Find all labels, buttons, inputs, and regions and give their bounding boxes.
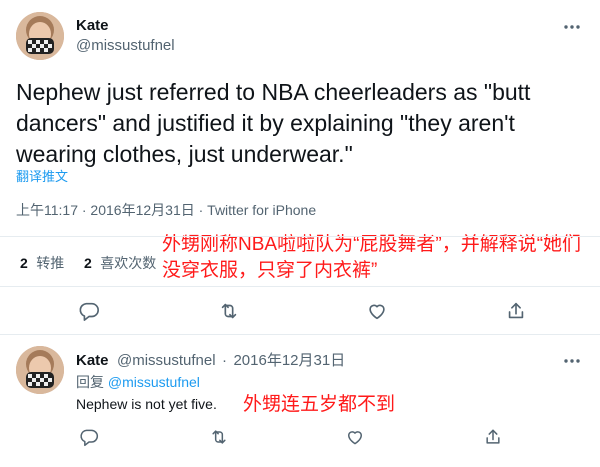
retweets-count: 2	[20, 255, 28, 271]
likes-label: 喜欢次数	[100, 255, 157, 271]
tweet-text: Nephew just referred to NBA cheerleaders…	[16, 79, 531, 167]
more-icon[interactable]	[560, 351, 584, 371]
avatar[interactable]	[16, 12, 64, 60]
replying-to: 回复 @missustufnel	[76, 372, 200, 392]
reply-prefix: 回复	[76, 374, 104, 390]
share-icon[interactable]	[503, 298, 529, 324]
reply-icon[interactable]	[76, 298, 102, 324]
divider	[0, 334, 600, 335]
avatar-image	[16, 12, 64, 60]
divider	[0, 236, 600, 237]
like-icon[interactable]	[364, 298, 390, 324]
reply-header: Kate @missustufnel · 2016年12月31日	[76, 349, 345, 370]
avatar[interactable]	[16, 346, 64, 394]
reply-date[interactable]: 2016年12月31日	[233, 352, 345, 369]
divider	[0, 286, 600, 287]
reply-to-link[interactable]: @missustufnel	[108, 374, 200, 390]
translation-annotation-1: 外甥刚称NBA啦啦队为“屁股舞者”，并解释说“她们没穿衣服，只穿了内衣裤”	[162, 234, 582, 281]
retweet-icon[interactable]	[206, 424, 232, 450]
avatar-image	[16, 346, 64, 394]
author-handle[interactable]: @missustufnel	[76, 37, 175, 54]
more-icon[interactable]	[560, 17, 584, 37]
tweet-timestamp[interactable]: 上午11:17 · 2016年12月31日 · Twitter for iPho…	[16, 200, 316, 220]
reply-icon[interactable]	[76, 424, 102, 450]
likes-count: 2	[84, 255, 92, 271]
reply-author-handle[interactable]: @missustufnel	[117, 352, 216, 369]
share-icon[interactable]	[480, 424, 506, 450]
likes-stat[interactable]: 2 喜欢次数	[84, 253, 156, 273]
translate-link[interactable]: 翻译推文	[16, 166, 68, 185]
retweets-label: 转推	[36, 255, 65, 271]
retweet-icon[interactable]	[216, 298, 242, 324]
reply-author-name[interactable]: Kate	[76, 352, 109, 369]
translation-annotation-2: 外甥连五岁都不到	[243, 394, 396, 415]
retweets-stat[interactable]: 2 转推	[20, 253, 64, 273]
author-name[interactable]: Kate	[76, 17, 109, 34]
reply-dot: ·	[222, 352, 228, 369]
reply-text: Nephew is not yet five.	[76, 396, 217, 412]
like-icon[interactable]	[342, 424, 368, 450]
